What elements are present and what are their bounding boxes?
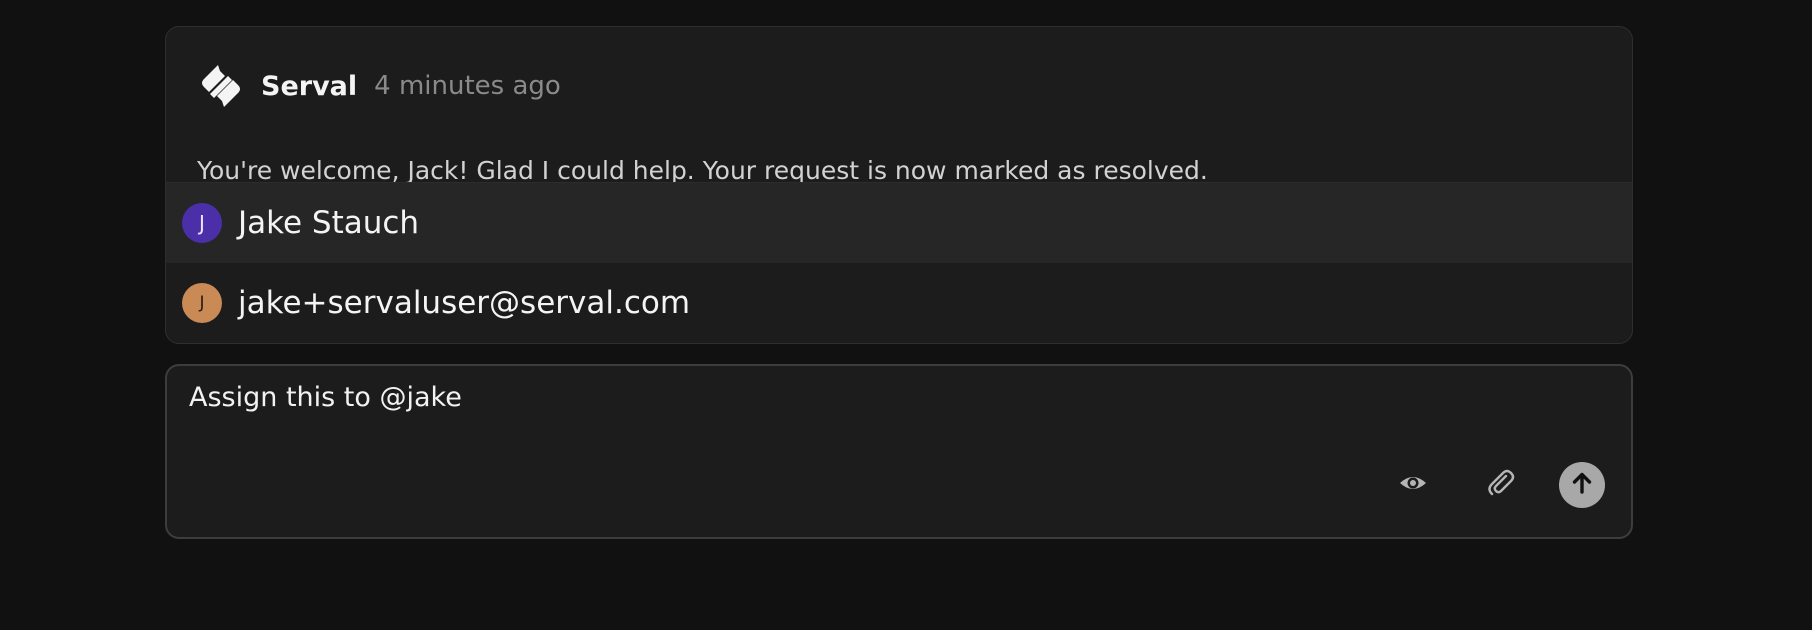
- message-header: Serval 4 minutes ago: [196, 59, 561, 113]
- attach-button[interactable]: [1477, 461, 1525, 509]
- mention-option-email[interactable]: J jake+servaluser@serval.com: [166, 263, 1632, 343]
- message-timestamp: 4 minutes ago: [374, 71, 561, 101]
- avatar-initial: J: [199, 211, 205, 235]
- message-composer: [165, 364, 1633, 539]
- eye-icon: [1398, 468, 1428, 502]
- mention-option-label: Jake Stauch: [238, 205, 420, 241]
- avatar: J: [182, 283, 222, 323]
- mention-dropdown: J Jake Stauch J jake+servaluser@serval.c…: [165, 182, 1633, 344]
- message-body: You're welcome, Jack! Glad I could help.…: [197, 156, 1208, 183]
- avatar: J: [182, 203, 222, 243]
- paperclip-icon: [1486, 468, 1516, 502]
- mention-option-jake-stauch[interactable]: J Jake Stauch: [166, 183, 1632, 263]
- serval-logo-icon: [196, 61, 246, 111]
- send-button[interactable]: [1559, 462, 1605, 508]
- composer-input[interactable]: [189, 382, 1489, 413]
- arrow-up-icon: [1569, 470, 1595, 500]
- composer-actions: [1389, 461, 1605, 509]
- mention-option-label: jake+servaluser@serval.com: [238, 285, 691, 321]
- preview-button[interactable]: [1389, 461, 1437, 509]
- avatar-initial: J: [199, 293, 205, 313]
- message-author: Serval: [261, 70, 358, 102]
